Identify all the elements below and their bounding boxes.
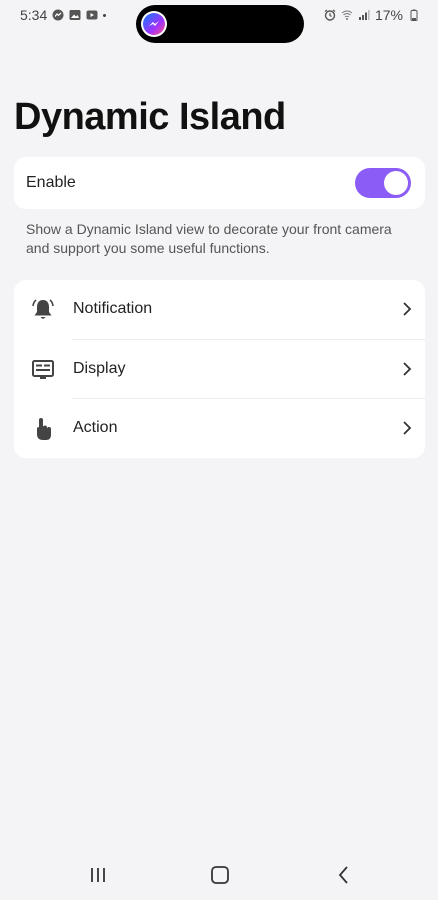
status-bar: 5:34 17% [0,0,438,43]
hand-pointer-icon [37,418,51,440]
menu-item-action[interactable]: Action [14,399,425,458]
menu-item-label: Action [73,419,118,436]
toggle-knob [384,171,408,195]
home-icon[interactable] [208,863,232,887]
dynamic-island-preview [136,5,304,43]
back-icon[interactable] [332,863,356,887]
gallery-icon [69,10,81,20]
enable-toggle[interactable] [355,168,411,198]
recents-icon[interactable] [86,863,110,887]
youtube-icon [86,10,98,20]
notification-dot [103,13,107,17]
status-left: 5:34 [20,7,107,23]
messenger-app-icon [141,11,167,37]
bell-icon [32,299,54,319]
chevron-right-icon [403,302,412,316]
enable-row[interactable]: Enable [14,157,425,209]
status-right: 17% [324,7,420,23]
status-time: 5:34 [20,7,48,23]
menu-item-label: Notification [73,300,153,317]
battery-percent: 17% [374,7,403,23]
display-icon [32,360,54,379]
enable-description: Show a Dynamic Island view to decorate y… [26,221,392,256]
chevron-right-icon [403,421,412,435]
wifi-icon [341,10,353,20]
chevron-right-icon [403,362,412,376]
enable-label: Enable [26,174,76,191]
battery-icon [410,9,418,21]
messenger-icon [52,9,64,21]
page-title: Dynamic Island [14,96,286,138]
alarm-icon [324,9,336,21]
system-nav-bar [0,855,438,895]
menu-item-label: Display [73,360,126,377]
menu-item-display[interactable]: Display [14,340,425,399]
menu-item-notification[interactable]: Notification [14,280,425,339]
settings-menu: Notification Display Action [14,280,425,458]
signal-icon [358,10,370,20]
